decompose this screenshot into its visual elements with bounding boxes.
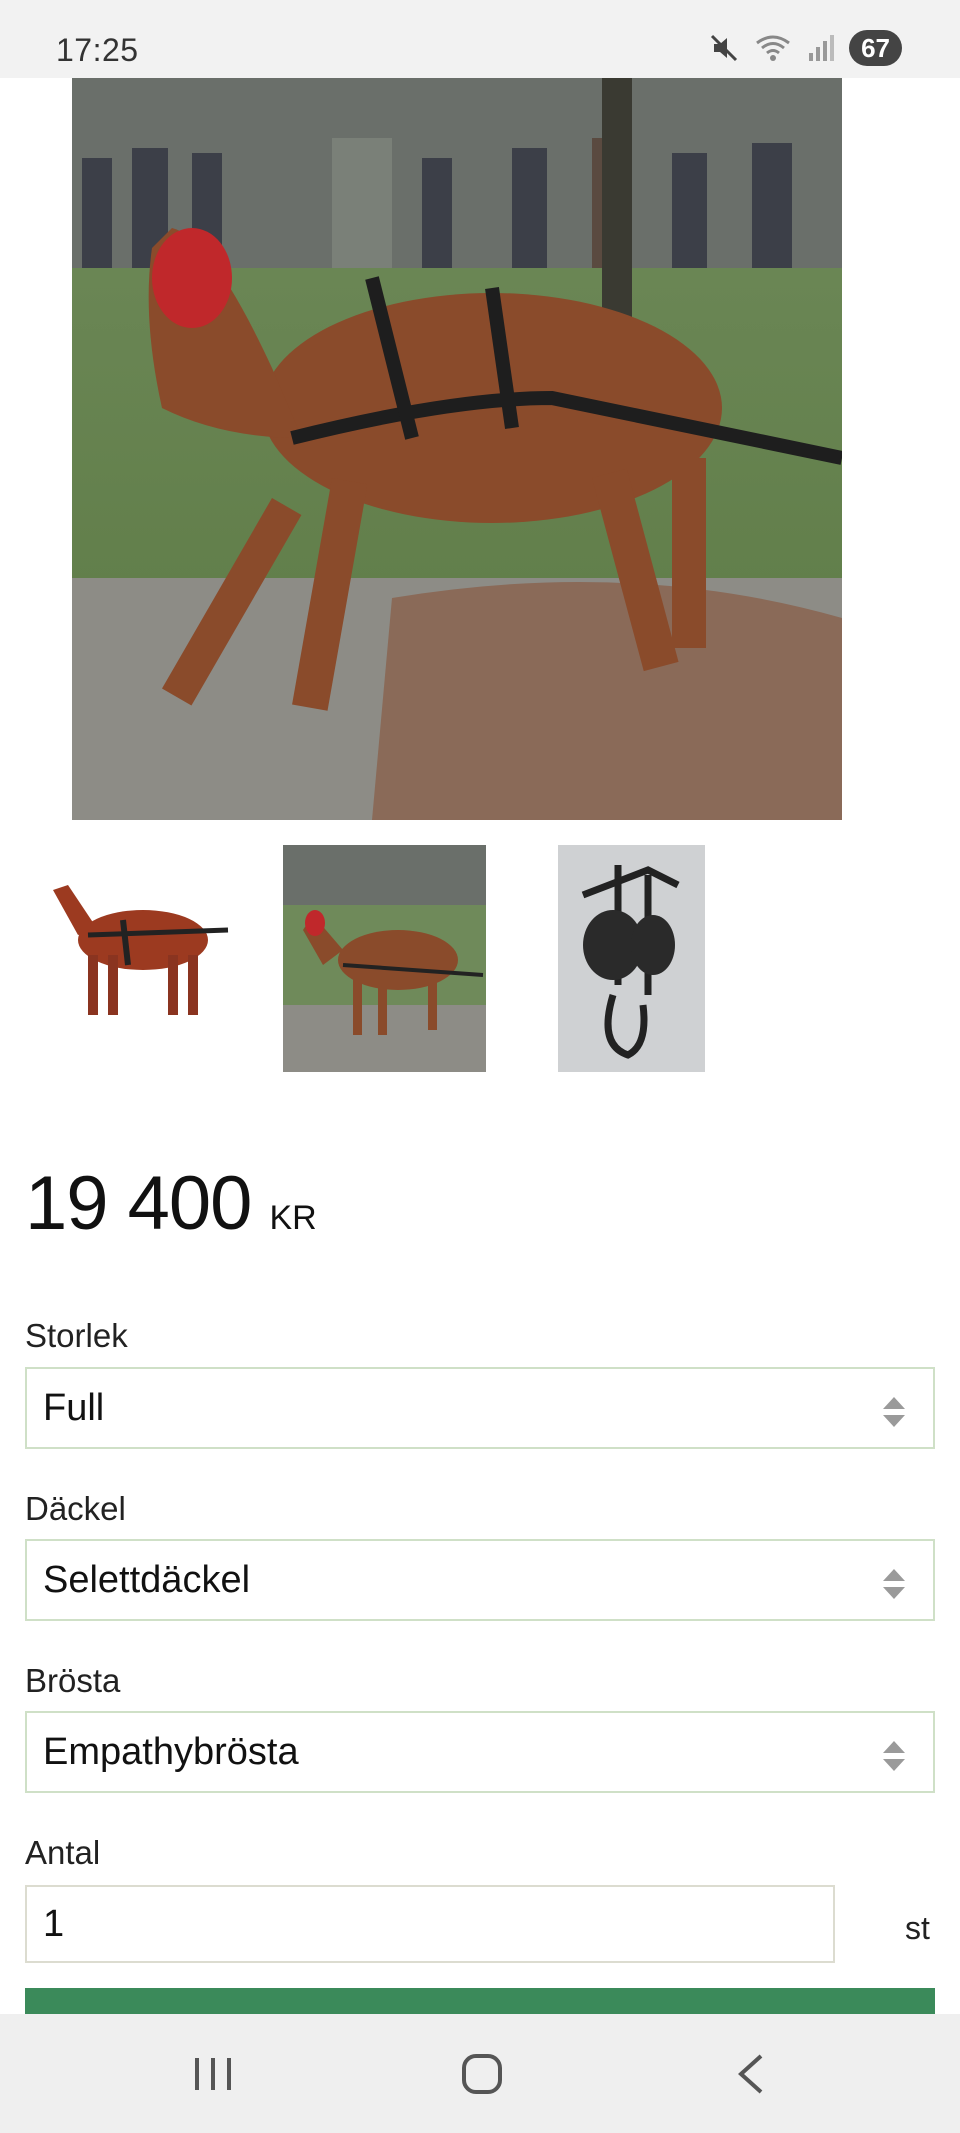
recent-apps-button[interactable] bbox=[178, 2044, 248, 2104]
recent-apps-icon bbox=[195, 2058, 231, 2090]
thumbnail-3[interactable] bbox=[558, 845, 705, 1072]
size-select-value: Full bbox=[43, 1386, 105, 1429]
navigation-bar bbox=[0, 2014, 960, 2133]
signal-icon bbox=[809, 35, 835, 61]
harness-breastplate-photo bbox=[558, 845, 705, 1072]
size-label: Storlek bbox=[25, 1317, 128, 1354]
quantity-unit: st bbox=[905, 1910, 930, 1946]
breast-label: Brösta bbox=[25, 1662, 121, 1699]
saddle-label: Däckel bbox=[25, 1490, 126, 1527]
back-button[interactable] bbox=[716, 2044, 786, 2104]
wifi-icon bbox=[756, 35, 790, 61]
thumbnail-1[interactable] bbox=[28, 840, 248, 1050]
quantity-input[interactable]: 1 bbox=[25, 1885, 835, 1963]
price-amount: 19 400 bbox=[25, 1161, 252, 1246]
battery-icon: 67 bbox=[849, 30, 902, 66]
thumbnail-2[interactable] bbox=[283, 845, 486, 1072]
product-main-image[interactable] bbox=[72, 78, 842, 820]
sort-arrows-icon bbox=[883, 1741, 905, 1771]
sort-arrows-icon bbox=[883, 1569, 905, 1599]
breast-select-value: Empathybrösta bbox=[43, 1730, 299, 1773]
quantity-label: Antal bbox=[25, 1834, 101, 1871]
status-time: 17:25 bbox=[56, 32, 139, 68]
horse-in-harness-photo bbox=[283, 845, 486, 1072]
sort-arrows-icon bbox=[883, 1397, 905, 1427]
saddle-select[interactable]: Selettdäckel bbox=[25, 1539, 935, 1621]
horse-in-harness-photo bbox=[72, 78, 842, 820]
saddle-select-value: Selettdäckel bbox=[43, 1558, 251, 1601]
home-icon bbox=[462, 2054, 502, 2094]
home-button[interactable] bbox=[447, 2044, 517, 2104]
price-currency: KR bbox=[269, 1199, 317, 1237]
horse-harness-studio-photo bbox=[28, 840, 248, 1050]
status-icons: 67 bbox=[709, 30, 902, 66]
quantity-value: 1 bbox=[43, 1902, 65, 1945]
size-select[interactable]: Full bbox=[25, 1367, 935, 1449]
status-bar: 17:25 67 bbox=[0, 0, 960, 78]
add-to-cart-button[interactable] bbox=[25, 1988, 935, 2014]
product-price: 19 400 KR bbox=[25, 1160, 317, 1247]
breast-select[interactable]: Empathybrösta bbox=[25, 1711, 935, 1793]
mute-icon bbox=[711, 34, 738, 62]
back-icon bbox=[738, 2054, 763, 2094]
